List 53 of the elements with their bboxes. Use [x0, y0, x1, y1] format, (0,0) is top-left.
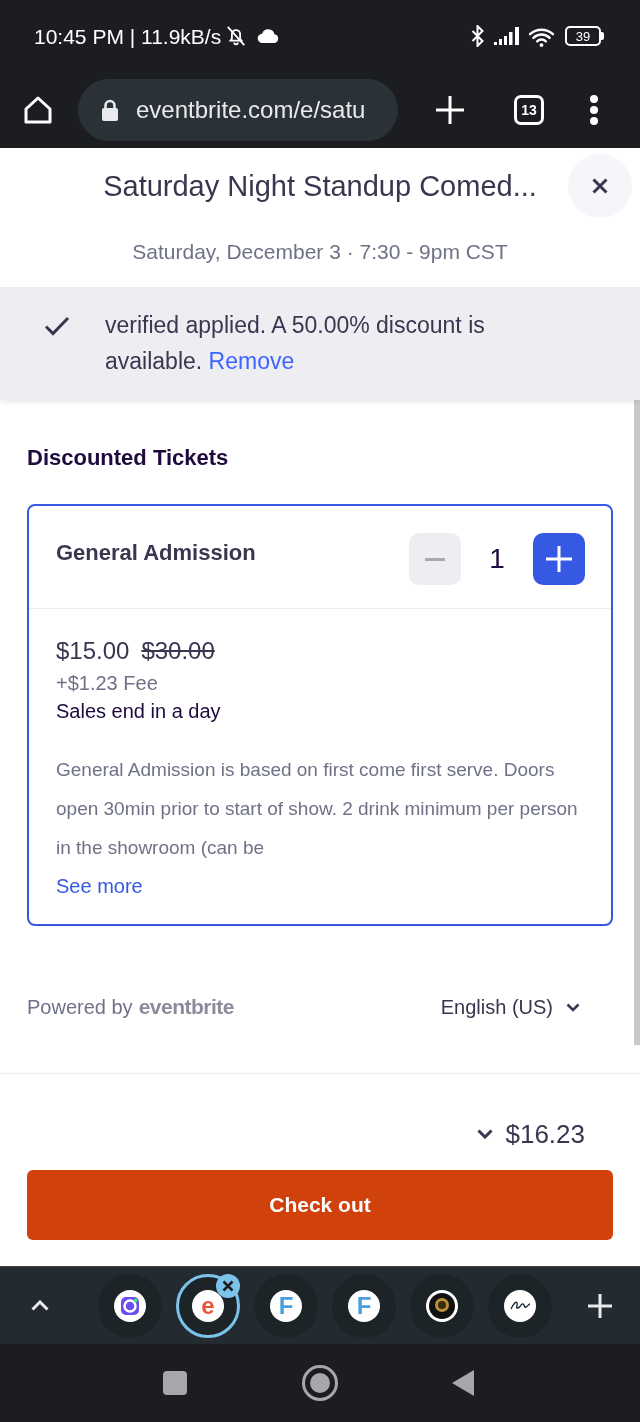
tab-count-button[interactable]: 13 [514, 95, 544, 125]
powered-by-label: Powered by [27, 995, 133, 1020]
minus-icon [425, 557, 445, 561]
ticket-price: $15.00 [56, 636, 130, 666]
status-time-speed: 10:45 PM | 11.9kB/s [34, 25, 222, 47]
letter-favicon-icon: e [192, 1289, 224, 1322]
ticket-description: General Admission is based on first come first serve. Doors open 30min prior to start of show. 2 drink minimum per person in the showroom (can be [56, 758, 579, 860]
muted-bell-icon [225, 25, 248, 47]
lock-icon [101, 99, 119, 121]
discount-message: verified applied. A 50.00% discount is available. Remove [105, 311, 486, 376]
checkmark-icon [44, 316, 70, 336]
brand-wordmark: eventbrite [138, 994, 234, 1020]
quantity-value: 1 [488, 543, 506, 575]
scrollbar-thumb[interactable] [634, 400, 640, 1045]
ticket-name: General Admission [56, 539, 256, 567]
bluetooth-icon [471, 25, 484, 47]
signal-icon [494, 27, 520, 45]
close-icon [592, 178, 608, 194]
more-options-icon[interactable] [590, 95, 598, 125]
cloud-icon [257, 29, 280, 43]
see-more-link[interactable]: See more [56, 872, 143, 900]
close-badge-icon[interactable] [216, 1273, 240, 1298]
wifi-icon [528, 25, 555, 47]
increment-button[interactable] [533, 533, 585, 585]
browser-tab[interactable]: F [332, 1273, 396, 1338]
letter-favicon-icon: F [270, 1289, 302, 1322]
event-date: Saturday, December 3 · 7:30 - 9pm CST [131, 239, 509, 265]
chevron-down-icon [566, 1002, 580, 1012]
home-nav-icon[interactable] [302, 1365, 338, 1401]
sales-end-text: Sales end in a day [56, 699, 221, 724]
browser-tab[interactable]: e [176, 1273, 240, 1338]
order-total-toggle[interactable]: $16.23 [477, 1118, 585, 1150]
modal-title: Saturday Night Standup Comed... [102, 169, 538, 204]
checkout-button[interactable]: Check out [27, 1170, 613, 1240]
browser-tab[interactable]: F [254, 1273, 318, 1338]
back-icon[interactable] [452, 1370, 474, 1396]
new-tab-icon[interactable] [436, 96, 464, 124]
chevron-down-icon [477, 1129, 494, 1139]
letter-favicon-icon: F [348, 1289, 380, 1322]
emblem-favicon-icon [426, 1289, 458, 1322]
language-selector[interactable]: English (US) [440, 993, 580, 1021]
plus-icon[interactable] [588, 1293, 612, 1318]
section-heading: Discounted Tickets [27, 444, 230, 472]
original-price: $30.00 [141, 636, 215, 666]
chevron-up-icon[interactable] [31, 1300, 49, 1311]
battery-indicator: 39 [565, 26, 604, 46]
ring-favicon-icon [114, 1289, 146, 1322]
home-icon[interactable] [23, 95, 53, 125]
signature-favicon-icon [504, 1289, 536, 1322]
address-bar[interactable]: eventbrite.com/e/satu [78, 79, 398, 141]
remove-link[interactable]: Remove [208, 348, 295, 374]
plus-icon [546, 546, 572, 572]
ticket-fee: +$1.23 Fee [56, 671, 158, 696]
